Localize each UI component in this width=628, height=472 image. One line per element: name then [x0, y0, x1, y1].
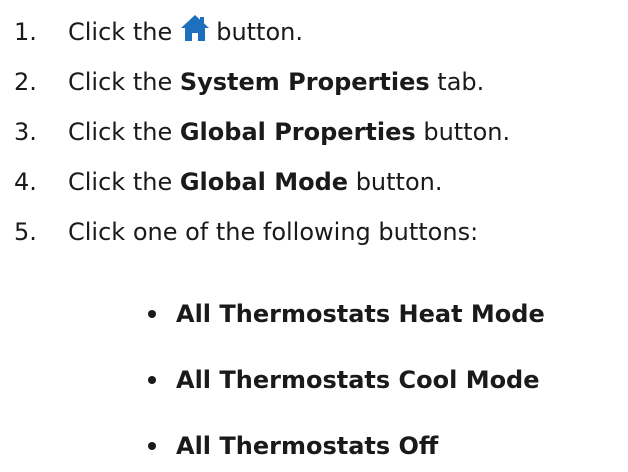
step-text: Click one of the following buttons: — [68, 218, 479, 246]
step-5: 5. Click one of the following buttons: — [14, 212, 478, 252]
step-text: Click the — [68, 18, 173, 46]
step-bold-term: Global Mode — [179, 168, 349, 196]
step-text: button. — [216, 18, 303, 46]
step-text: Click the — [68, 168, 173, 196]
step-text: Click the — [68, 68, 173, 96]
step-text: tab. — [437, 68, 485, 96]
step-text: button. — [355, 168, 443, 196]
option-label: All Thermostats Heat Mode — [176, 300, 545, 328]
bullet-icon — [148, 376, 156, 384]
step-number: 4. — [14, 168, 37, 196]
option-label: All Thermostats Cool Mode — [176, 366, 540, 394]
step-4: 4. Click the Global Mode button. — [14, 162, 442, 202]
step-bold-term: Global Properties — [179, 118, 416, 146]
step-number: 5. — [14, 218, 37, 246]
step-bold-term: System Properties — [179, 68, 430, 96]
option-label: All Thermostats Off — [176, 432, 439, 460]
step-3: 3. Click the Global Properties button. — [14, 112, 510, 152]
step-number: 3. — [14, 118, 37, 146]
home-icon — [180, 14, 210, 42]
step-text: Click the — [68, 118, 173, 146]
step-number: 1. — [14, 18, 37, 46]
option-item: All Thermostats Cool Mode — [148, 360, 540, 400]
option-item: All Thermostats Heat Mode — [148, 294, 545, 334]
bullet-icon — [148, 310, 156, 318]
step-2: 2. Click the System Properties tab. — [14, 62, 484, 102]
bullet-icon — [148, 442, 156, 450]
step-1: 1. Click the button. — [14, 12, 303, 52]
step-text: button. — [423, 118, 511, 146]
option-item: All Thermostats Off — [148, 426, 438, 466]
step-number: 2. — [14, 68, 37, 96]
